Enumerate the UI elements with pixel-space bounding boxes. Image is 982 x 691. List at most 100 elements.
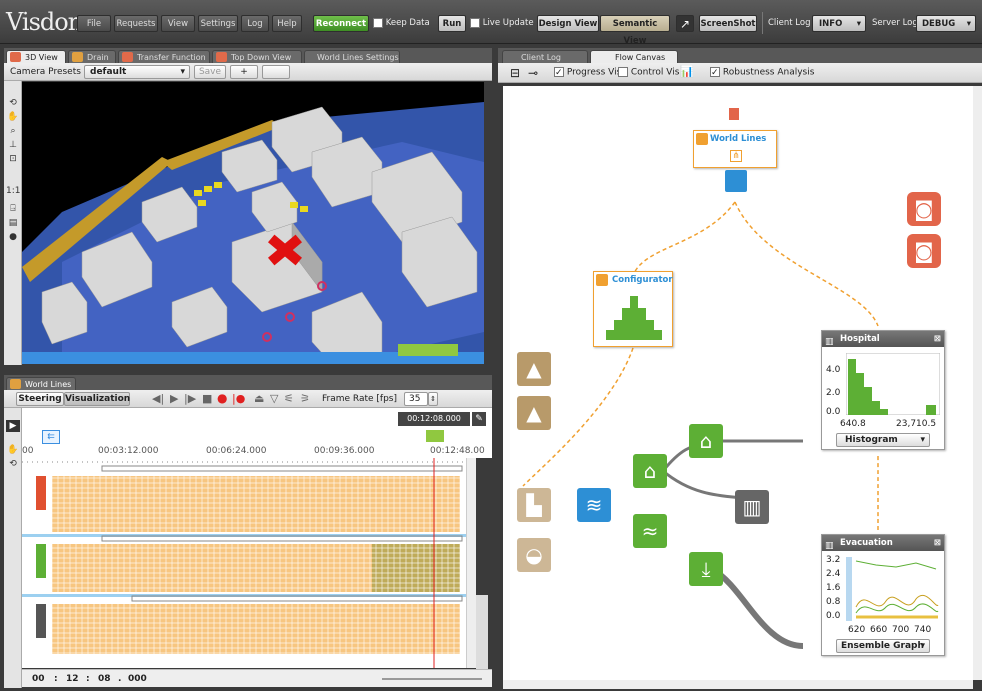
output-ports[interactable] [725,170,747,192]
download-icon[interactable]: ⤓ [689,552,723,586]
server-log-level-select[interactable]: DEBUG ▾ [916,15,976,32]
evacuation-node[interactable]: ▥ Evacuation ⊠ 3.2 2.4 1.6 0.8 0.0 620 6… [821,534,945,656]
node-header[interactable]: World Lines [694,131,776,147]
layers-icon[interactable]: ▤ [6,217,20,229]
play-icon[interactable]: ▶ [6,420,20,432]
frame-rate-input[interactable]: 35 [404,392,428,406]
house-icon[interactable]: ⌂ [689,424,723,458]
reset-scale-icon[interactable]: 1:1 [6,185,20,197]
pan-hand-icon[interactable]: ✋ [6,444,20,456]
time-slider[interactable] [382,678,482,680]
wrench-icon[interactable]: ✎ [472,412,486,426]
live-update-toggle[interactable]: Live Update [470,15,534,32]
design-view-button[interactable]: Design View [537,15,599,32]
zoom-icon[interactable]: ⌕ [6,125,20,137]
tab-top-down-view[interactable]: Top Down View [212,50,302,63]
help-menu[interactable]: Help [272,15,302,32]
input-port[interactable] [729,108,739,120]
configurator-node[interactable]: Configurator [593,271,673,347]
settings-menu[interactable]: Settings [198,15,238,32]
requests-menu[interactable]: Requests [114,15,158,32]
time-hours[interactable]: 00 [32,674,45,684]
semantic-view-button[interactable]: Semantic View [600,15,670,46]
screenshot-button[interactable]: ScreenShot [699,15,757,32]
flow-horizontal-scrollbar[interactable] [503,680,973,689]
close-icon[interactable]: ⊠ [934,535,941,551]
steering-button[interactable]: Steering [16,392,64,406]
eject-icon[interactable]: ⏏ [254,392,264,405]
step-back-icon[interactable]: ◀| [152,392,164,405]
world-lines-graph[interactable] [22,458,466,668]
camera-preset-select[interactable]: default ▾ [84,65,190,79]
world-lines-node[interactable]: World Lines ⋔ [693,130,777,168]
progress-vis-toggle[interactable]: ✓ Progress Vis [554,67,621,78]
hospital-node[interactable]: ▥ Hospital ⊠ 4.0 2.0 0.0 640.8 23,710.5 … [821,330,945,450]
tab-3d-view[interactable]: 3D View [6,50,66,63]
house-icon[interactable]: ⌂ [633,454,667,488]
record-icon[interactable]: ● [217,391,227,405]
rotate-icon[interactable]: ⟲ [6,458,20,470]
time-milliseconds[interactable]: 000 [128,674,147,684]
time-minutes[interactable]: 12 [66,674,79,684]
factory-icon[interactable]: ▙ [517,488,551,522]
play-icon[interactable]: ▶ [170,392,178,405]
timeline-scrollbar[interactable] [466,458,476,668]
record-icon[interactable]: ● [6,231,20,243]
timeline-start-handle[interactable]: ⇇ [42,430,60,444]
progress-vis-checkbox[interactable]: ✓ [554,67,564,78]
evacuation-mode-select[interactable]: Ensemble Graph ▾ [836,639,930,653]
3d-scene-canvas[interactable] [22,82,484,364]
run-button[interactable]: Run [438,15,466,32]
record-branch-icon[interactable]: |● [232,392,245,405]
tab-transfer-function[interactable]: Transfer Function [118,50,210,63]
hospital-mode-select[interactable]: Histogram ▾ [836,433,930,447]
live-update-checkbox[interactable] [470,17,480,28]
file-menu[interactable]: File [77,15,111,32]
pan-hand-icon[interactable]: ✋ [6,111,20,123]
analysis-icon[interactable]: 📊 [680,65,694,78]
cone-icon[interactable]: ▲ [517,352,551,386]
step-forward-icon[interactable]: |▶ [184,392,196,405]
flow-vertical-scrollbar[interactable] [973,86,982,680]
cone-icon[interactable]: ▲ [517,396,551,430]
tab-world-lines[interactable]: World Lines [6,377,76,390]
filter-icon[interactable]: ▽ [270,392,278,405]
save-preset-button[interactable]: Save [194,65,226,79]
water-level-icon[interactable]: ≈ [633,514,667,548]
robustness-toggle[interactable]: ✓ Robustness Analysis [710,67,814,78]
stop-icon[interactable]: ■ [202,392,212,405]
world-lines-tree[interactable] [22,458,466,668]
remove-preset-button[interactable] [262,65,290,79]
branch-icon[interactable]: ⚟ [284,392,294,405]
keep-data-toggle[interactable]: Keep Data [373,15,430,32]
camera-icon[interactable]: ◙ [907,234,941,268]
fit-view-icon[interactable]: ⊟ [510,66,520,80]
measure-icon[interactable]: ⊥ [6,139,20,151]
node-header[interactable]: ▥ Hospital ⊠ [822,331,944,347]
reconnect-button[interactable]: Reconnect [313,15,369,32]
merge-icon[interactable]: ⚞ [300,392,310,405]
external-link-icon[interactable]: ↗ [676,15,694,32]
camera-icon[interactable]: ⊡ [6,153,20,165]
3d-city-view[interactable] [22,82,484,364]
node-header[interactable]: Configurator [594,272,673,288]
tab-client-log-viewer[interactable]: Client Log Viewer [502,50,588,75]
bar-chart-icon[interactable]: ▥ [735,490,769,524]
camera-icon[interactable]: ◙ [907,192,941,226]
control-vis-toggle[interactable]: Control Vis [618,67,679,78]
add-preset-button[interactable]: + [230,65,258,79]
export-icon[interactable]: ⍈ [6,203,20,215]
time-seconds[interactable]: 08 [98,674,111,684]
robustness-checkbox[interactable]: ✓ [710,67,720,78]
node-header[interactable]: ▥ Evacuation ⊠ [822,535,944,551]
connector-icon[interactable]: ⊸ [528,66,538,80]
wave-icon[interactable]: ≋ [577,488,611,522]
tab-world-lines-settings[interactable]: World Lines Settings [304,50,400,63]
close-icon[interactable]: ⊠ [934,331,941,347]
log-menu[interactable]: Log [241,15,269,32]
keep-data-checkbox[interactable] [373,17,383,28]
sandbag-icon[interactable]: ◒ [517,538,551,572]
flow-canvas[interactable]: World Lines ⋔ Configurator ▥ Hospital ⊠ … [503,86,973,680]
view-menu[interactable]: View [161,15,195,32]
rotate-icon[interactable]: ⟲ [6,97,20,109]
